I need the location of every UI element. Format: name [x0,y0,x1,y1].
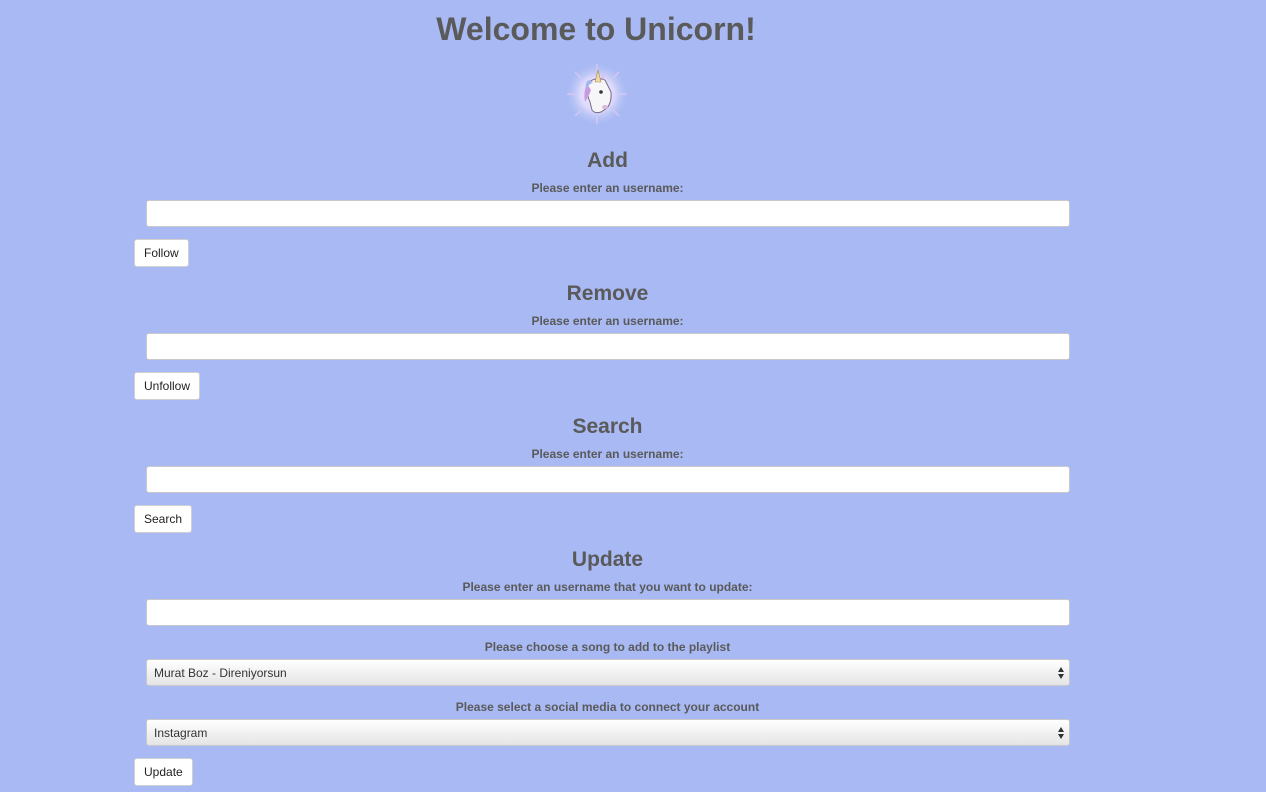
search-button[interactable]: Search [134,505,193,533]
social-select-value: Instagram [154,726,208,740]
select-arrows-icon [1058,667,1064,679]
song-select[interactable]: Murat Boz - Direniyorsun [146,659,1070,686]
remove-heading: Remove [566,282,649,305]
add-heading: Add [587,149,628,172]
social-media-select[interactable]: Instagram [146,719,1070,746]
update-heading: Update [571,548,644,571]
song-select-value: Murat Boz - Direniyorsun [154,666,287,680]
select-arrows-icon [1058,727,1064,739]
remove-username-input[interactable] [146,333,1070,360]
search-username-label: Please enter an username: [531,447,684,461]
remove-username-label: Please enter an username: [531,314,684,328]
social-select-label: Please select a social media to connect … [455,700,760,714]
update-button[interactable]: Update [134,758,193,786]
add-username-input[interactable] [146,200,1070,227]
follow-button[interactable]: Follow [134,239,189,267]
song-select-label: Please choose a song to add to the playl… [484,640,731,654]
search-username-input[interactable] [146,466,1070,493]
add-username-label: Please enter an username: [531,181,684,195]
search-heading: Search [572,415,643,438]
unfollow-button[interactable]: Unfollow [134,372,201,400]
update-username-input[interactable] [146,599,1070,626]
update-username-label: Please enter an username that you want t… [462,580,753,594]
unicorn-icon [566,63,628,125]
page-title: Welcome to Unicorn! [436,11,756,47]
page: Welcome to Unicorn! Add Please enter an … [0,0,1266,792]
